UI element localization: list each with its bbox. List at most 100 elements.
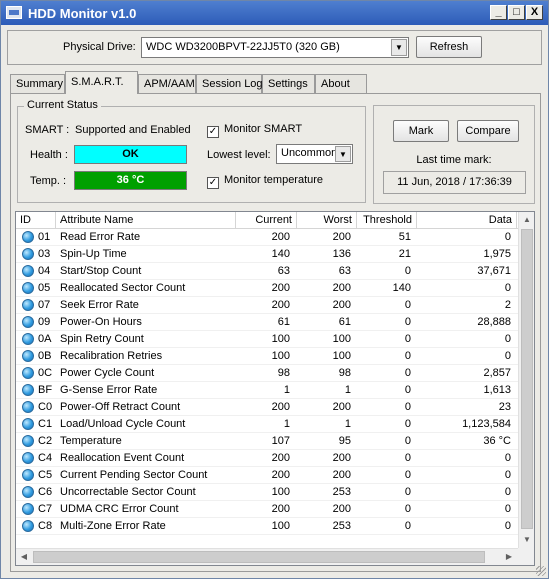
status-dot-icon [22, 520, 34, 532]
physical-drive-value: WDC WD3200BPVT-22JJ5T0 (320 GB) [146, 41, 340, 53]
table-row[interactable]: C0Power-Off Retract Count2002000230 [16, 399, 534, 416]
cell-data: 23 [498, 401, 511, 413]
cell-current: 107 [271, 435, 290, 447]
scroll-up-arrow-icon[interactable]: ▲ [519, 212, 534, 228]
table-row[interactable]: C1Load/Unload Cycle Count1101,123,5840 [16, 416, 534, 433]
table-row[interactable]: 03Spin-Up Time140136211,9750 [16, 246, 534, 263]
refresh-button[interactable]: Refresh [416, 36, 482, 58]
title-bar[interactable]: HDD Monitor v1.0 _ □ X [1, 1, 548, 25]
table-row[interactable]: 01Read Error Rate2002005100 [16, 229, 534, 246]
cell-current: 61 [277, 316, 290, 328]
scroll-down-arrow-icon[interactable]: ▼ [519, 532, 534, 548]
vertical-scroll-thumb[interactable] [521, 229, 533, 529]
cell-data: 0 [504, 282, 511, 294]
cell-data: 28,888 [477, 316, 511, 328]
cell-worst: 95 [338, 435, 351, 447]
table-row[interactable]: C7UDMA CRC Error Count200200000 [16, 501, 534, 518]
table-row[interactable]: 07Seek Error Rate200200020 [16, 297, 534, 314]
table-row[interactable]: C6Uncorrectable Sector Count100253000 [16, 484, 534, 501]
resize-grip-icon[interactable] [536, 566, 546, 576]
cell-id: 05 [38, 282, 51, 294]
tab-session-log[interactable]: Session Log [196, 74, 263, 93]
cell-worst: 200 [332, 452, 351, 464]
current-status-group: Current Status SMART : Supported and Ena… [17, 99, 366, 203]
tab-apm-aam[interactable]: APM/AAM [138, 74, 196, 93]
cell-threshold: 0 [404, 486, 411, 498]
cell-current: 1 [283, 418, 290, 430]
cell-threshold: 0 [404, 452, 411, 464]
maximize-button[interactable]: □ [508, 5, 525, 20]
cell-data: 2,857 [483, 367, 511, 379]
table-row[interactable]: BFG-Sense Error Rate1101,6130: [16, 382, 534, 399]
cell-name: Spin Retry Count [60, 333, 144, 345]
lowest-level-select[interactable]: Uncommon ▼ [276, 144, 353, 164]
horizontal-scrollbar[interactable]: ◀ ▶ [16, 548, 518, 565]
table-row[interactable]: 04Start/Stop Count6363037,6710 [16, 263, 534, 280]
status-dot-icon [22, 401, 34, 413]
monitor-smart-checkbox[interactable]: ✓ Monitor SMART [207, 123, 302, 138]
cell-current: 1 [283, 384, 290, 396]
physical-drive-select[interactable]: WDC WD3200BPVT-22JJ5T0 (320 GB) ▼ [141, 37, 409, 58]
cell-data: 1,613 [483, 384, 511, 396]
cell-current: 200 [271, 231, 290, 243]
cell-name: Reallocated Sector Count [60, 282, 186, 294]
table-row[interactable]: 05Reallocated Sector Count20020014000 [16, 280, 534, 297]
cell-threshold: 0 [404, 418, 411, 430]
cell-current: 200 [271, 282, 290, 294]
cell-current: 200 [271, 299, 290, 311]
cell-name: Start/Stop Count [60, 265, 142, 277]
status-dot-icon [22, 367, 34, 379]
mark-group: Mark Compare Last time mark: 11 Jun, 201… [373, 105, 535, 204]
cell-name: Load/Unload Cycle Count [60, 418, 186, 430]
cell-threshold: 51 [398, 231, 411, 243]
vertical-scrollbar[interactable]: ▲ ▼ [518, 212, 534, 548]
mark-button[interactable]: Mark [393, 120, 449, 142]
horizontal-scroll-thumb[interactable] [33, 551, 485, 563]
table-row[interactable]: 0BRecalibration Retries100100000 [16, 348, 534, 365]
cell-current: 100 [271, 486, 290, 498]
table-row[interactable]: C5Current Pending Sector Count200200000 [16, 467, 534, 484]
status-dot-icon [22, 316, 34, 328]
cell-threshold: 21 [398, 248, 411, 260]
cell-data: 37,671 [477, 265, 511, 277]
status-dot-icon [22, 350, 34, 362]
scroll-right-arrow-icon[interactable]: ▶ [501, 549, 517, 565]
column-header-current[interactable]: Current [236, 212, 297, 229]
cell-name: Power-Off Retract Count [60, 401, 181, 413]
tab-smart[interactable]: S.M.A.R.T. [65, 71, 138, 94]
table-row[interactable]: C4Reallocation Event Count200200000 [16, 450, 534, 467]
cell-worst: 200 [332, 469, 351, 481]
tab-summary[interactable]: Summary [10, 74, 65, 93]
cell-data: 0 [504, 452, 511, 464]
cell-threshold: 140 [392, 282, 411, 294]
table-row[interactable]: C8Multi-Zone Error Rate100253000 [16, 518, 534, 535]
monitor-temp-checkbox[interactable]: ✓ Monitor temperature [207, 174, 323, 189]
table-row[interactable]: 09Power-On Hours6161028,8880: [16, 314, 534, 331]
column-header-threshold[interactable]: Threshold [357, 212, 417, 229]
cell-name: Power Cycle Count [60, 367, 155, 379]
column-header-worst[interactable]: Worst [297, 212, 357, 229]
drive-panel: Physical Drive: WDC WD3200BPVT-22JJ5T0 (… [7, 30, 542, 65]
close-button[interactable]: X [526, 5, 543, 20]
smart-attributes-table[interactable]: ID Attribute Name Current Worst Threshol… [15, 211, 535, 566]
cell-name: Reallocation Event Count [60, 452, 185, 464]
column-header-attribute-name[interactable]: Attribute Name [56, 212, 236, 229]
cell-current: 140 [271, 248, 290, 260]
cell-current: 100 [271, 520, 290, 532]
cell-name: Temperature [60, 435, 122, 447]
dropdown-arrow-icon[interactable]: ▼ [335, 146, 351, 162]
table-row[interactable]: 0CPower Cycle Count989802,8570 [16, 365, 534, 382]
scroll-left-arrow-icon[interactable]: ◀ [16, 549, 32, 565]
status-dot-icon [22, 231, 34, 243]
tab-about[interactable]: About [315, 74, 367, 93]
smart-label: SMART : [25, 124, 70, 136]
minimize-button[interactable]: _ [490, 5, 507, 20]
table-row[interactable]: 0ASpin Retry Count100100000 [16, 331, 534, 348]
column-header-data[interactable]: Data [417, 212, 517, 229]
compare-button[interactable]: Compare [457, 120, 519, 142]
tab-settings[interactable]: Settings [262, 74, 315, 93]
column-header-id[interactable]: ID [16, 212, 56, 229]
cell-worst: 136 [332, 248, 351, 260]
dropdown-arrow-icon[interactable]: ▼ [391, 39, 407, 56]
table-row[interactable]: C2Temperature10795036 °C0 [16, 433, 534, 450]
